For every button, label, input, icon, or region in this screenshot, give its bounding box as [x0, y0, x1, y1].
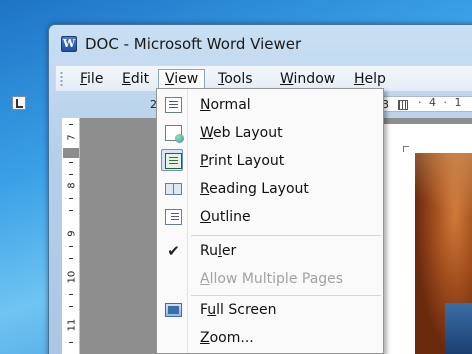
menu-item-full-screen[interactable]: Full Screen [159, 296, 381, 324]
menu-item-zoom[interactable]: Zoom... [159, 324, 381, 352]
vruler-number: 9 [66, 230, 78, 237]
menu-item-label: Web Layout [200, 125, 283, 141]
normal-view-icon [165, 97, 182, 113]
ruler-tick [69, 258, 73, 259]
view-menu-dropdown: Normal Web Layout Print Layout Reading L… [156, 88, 384, 354]
ruler-tick [69, 198, 73, 199]
menu-item-ruler[interactable]: ✔ Ruler [159, 237, 381, 265]
ruler-tick [69, 162, 73, 163]
menu-window[interactable]: Window [274, 69, 341, 90]
menu-item-label: Ruler [200, 243, 237, 259]
horizontal-ruler[interactable]: 3 · 4 · 1 [380, 96, 472, 112]
ruler-tick [69, 174, 73, 175]
vruler-number: 8 [66, 182, 78, 189]
menu-item-label: Full Screen [200, 302, 277, 318]
reading-layout-icon [165, 183, 182, 195]
ruler-tick [69, 210, 73, 211]
vruler-number: 11 [66, 318, 78, 332]
page-corner-mark [403, 146, 409, 152]
document-image [415, 153, 472, 354]
menu-file[interactable]: File [74, 69, 109, 90]
menu-item-label: Print Layout [200, 153, 285, 169]
ruler-tick [69, 306, 73, 307]
toolbar-grip[interactable] [60, 71, 63, 87]
web-layout-icon [165, 125, 184, 143]
vruler-number: 10 [66, 270, 78, 284]
ruler-tick [69, 294, 73, 295]
ruler-tick [69, 124, 73, 125]
vruler-number: 7 [66, 134, 78, 141]
menu-item-allow-multiple-pages[interactable]: Allow Multiple Pages [159, 265, 381, 293]
menu-item-label: Reading Layout [200, 181, 309, 197]
full-screen-icon [165, 303, 182, 317]
menu-item-label: Zoom... [200, 330, 254, 346]
ruler-indent-marker-icon[interactable] [398, 100, 408, 110]
menu-item-label: Allow Multiple Pages [200, 271, 344, 287]
menu-item-web-layout[interactable]: Web Layout [159, 119, 381, 147]
menu-item-normal[interactable]: Normal [159, 91, 381, 119]
print-layout-icon [165, 153, 182, 169]
menu-separator [191, 235, 381, 236]
menu-help[interactable]: Help [348, 69, 392, 90]
menu-item-label: Normal [200, 97, 251, 113]
outline-view-icon [165, 209, 182, 225]
menu-tools[interactable]: Tools [212, 69, 259, 90]
menu-item-print-layout[interactable]: Print Layout [159, 147, 381, 175]
ruler-tick [69, 246, 73, 247]
menu-item-label: Outline [200, 209, 251, 225]
ruler-ticks: · 4 · 1 [418, 96, 464, 109]
ruler-tick [69, 342, 73, 343]
window-title: DOC - Microsoft Word Viewer [85, 35, 302, 53]
checkmark-icon: ✔ [167, 242, 180, 260]
menu-view[interactable]: View [158, 69, 206, 90]
title-bar[interactable]: W DOC - Microsoft Word Viewer [49, 25, 472, 59]
menu-edit[interactable]: Edit [116, 69, 155, 90]
menu-item-reading-layout[interactable]: Reading Layout [159, 175, 381, 203]
menu-item-outline[interactable]: Outline [159, 203, 381, 231]
tab-selector-icon[interactable] [12, 96, 26, 110]
vertical-ruler-margin-marker[interactable] [63, 148, 79, 158]
word-viewer-app-icon[interactable]: W [61, 36, 77, 52]
